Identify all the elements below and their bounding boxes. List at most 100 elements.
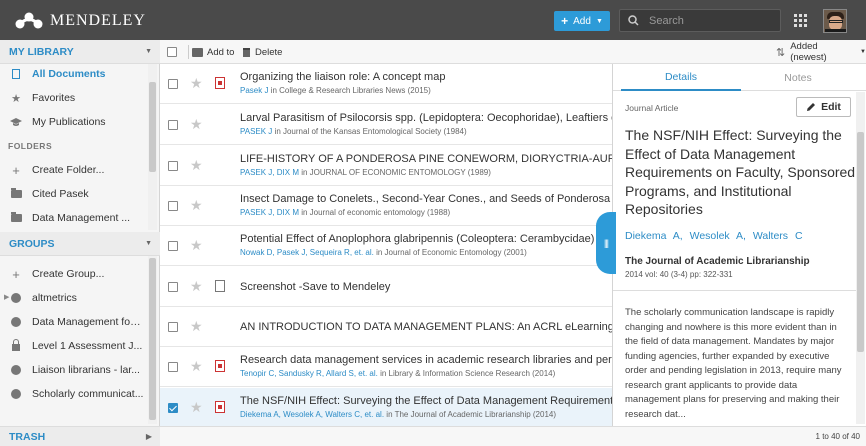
search-placeholder: Search [649,14,684,27]
document-row[interactable]: ★ Insect Damage to Conelets., Second-Yea… [160,186,612,226]
star-icon[interactable]: ★ [190,75,203,92]
sidebar-item-my-publications[interactable]: My Publications [0,110,148,134]
expand-arrow-icon[interactable]: ▶ [4,293,9,301]
row-checkbox[interactable] [168,201,178,211]
tab-details[interactable]: Details [621,64,741,91]
star-icon[interactable]: ★ [190,399,203,416]
create-folder-button[interactable]: + Create Folder... [0,158,148,182]
top-bar: MENDELEY + Add ▼ Search [0,0,866,40]
document-row[interactable]: ★ LIFE-HISTORY OF A PONDEROSA PINE CONEW… [160,146,612,186]
avatar[interactable] [823,9,847,33]
document-row[interactable]: ★ Organizing the liaison role: A concept… [160,64,612,104]
documents-icon [0,69,32,79]
document-title: AN INTRODUCTION TO DATA MANAGEMENT PLANS… [240,321,612,333]
add-button[interactable]: + Add ▼ [554,11,610,31]
my-library-header[interactable]: MY LIBRARY ▼ [0,40,160,64]
document-row-selected[interactable]: ★ The NSF/NIH Effect: Surveying the Effe… [160,388,612,426]
row-checkbox[interactable] [168,362,178,372]
details-authors[interactable]: Diekema A, Wesolek A, Walters C [625,230,803,242]
panel-toggle-handle[interactable]: ||| [596,212,616,274]
list-footer: 1 to 40 of 40 [160,426,866,446]
sidebar-item-folder-cited-pasek[interactable]: Cited Pasek [0,182,148,206]
trash-header[interactable]: TRASH ▶ [0,426,160,446]
chevron-down-icon: ▼ [145,240,152,247]
document-meta: PASEK J, DIX M in Journal of economic en… [240,208,451,217]
document-title: Larval Parasitism of Psilocorsis spp. (L… [240,112,612,124]
details-tabs: Details Notes [613,64,866,91]
star-icon[interactable]: ★ [190,157,203,174]
document-title: Screenshot -Save to Mendeley [240,281,391,293]
sidebar-item-folder-data-management[interactable]: Data Management ... [0,206,148,230]
folder-add-icon [192,47,203,57]
folders-label: FOLDERS [8,141,53,151]
toolbar-divider [188,45,189,59]
sidebar: MY LIBRARY ▼ All Documents ★ Favorites M… [0,40,160,446]
document-count: 1 to 40 of 40 [815,432,860,441]
document-meta: PASEK J in Journal of the Kansas Entomol… [240,127,467,136]
library-scrollbar[interactable] [148,64,157,230]
sort-dropdown[interactable]: ⇅ Added (newest) ▼ [776,40,866,64]
document-row[interactable]: ★ Screenshot -Save to Mendeley [160,267,612,307]
sidebar-item-group-liaison-librarians[interactable]: Liaison librarians - lar... [0,358,148,382]
document-toolbar: Add to Delete ⇅ Added (newest) ▼ [160,40,866,64]
document-meta: Pasek J in College & Research Libraries … [240,86,431,95]
document-title: The NSF/NIH Effect: Surveying the Effect… [240,395,612,407]
details-scrollbar[interactable] [856,92,865,424]
sidebar-item-favorites[interactable]: ★ Favorites [0,86,148,110]
delete-button[interactable]: Delete [243,40,282,64]
details-volume: 2014 vol: 40 (3-4) pp: 322-331 [625,270,733,279]
mendeley-logo[interactable]: MENDELEY [14,10,146,32]
star-icon[interactable]: ★ [190,278,203,295]
groups-scrollbar[interactable] [148,256,157,424]
divider [613,290,856,291]
search-input[interactable]: Search [619,9,781,32]
row-checkbox[interactable] [168,282,178,292]
sidebar-item-group-scholarly-communication[interactable]: Scholarly communicat... [0,382,148,406]
star-icon[interactable]: ★ [190,197,203,214]
pencil-icon [807,103,816,111]
sidebar-item-all-documents[interactable]: All Documents [0,62,148,86]
create-group-button[interactable]: + Create Group... [0,262,148,286]
chevron-down-icon: ▼ [860,49,866,55]
star-icon[interactable]: ★ [190,116,203,133]
tab-notes[interactable]: Notes [738,64,858,91]
chevron-down-icon: ▼ [595,17,603,25]
sidebar-item-group-level-1-assessment[interactable]: Level 1 Assessment J... [0,334,148,358]
row-checkbox[interactable] [168,322,178,332]
folder-icon [0,212,32,222]
star-icon[interactable]: ★ [190,358,203,375]
pdf-icon [215,360,225,372]
apps-grid-icon[interactable] [794,14,807,27]
row-checkbox[interactable] [168,79,178,89]
sidebar-item-group-altmetrics[interactable]: altmetrics [0,286,148,310]
star-icon[interactable]: ★ [190,318,203,335]
row-checkbox[interactable] [168,241,178,251]
document-meta: Diekema A, Wesolek A, Walters C, et. al.… [240,410,557,419]
document-row[interactable]: ★ Research data management services in a… [160,347,612,387]
document-title: Research data management services in aca… [240,354,612,366]
app-name: MENDELEY [50,12,146,29]
document-row[interactable]: ★ AN INTRODUCTION TO DATA MANAGEMENT PLA… [160,307,612,347]
groups-header[interactable]: GROUPS ▼ [0,232,160,256]
select-all-checkbox[interactable] [167,40,177,64]
add-to-button[interactable]: Add to [192,40,234,64]
document-title: Organizing the liaison role: A concept m… [240,71,446,83]
chevron-down-icon: ▼ [145,48,152,55]
star-icon[interactable]: ★ [190,237,203,254]
row-checkbox[interactable] [168,120,178,130]
globe-icon [0,365,32,375]
document-title: Potential Effect of Anoplophora glabripe… [240,233,612,245]
folder-icon [0,188,32,198]
document-row[interactable]: ★ Potential Effect of Anoplophora glabri… [160,226,612,266]
pdf-icon [215,401,225,413]
edit-button[interactable]: Edit [796,97,851,117]
document-row[interactable]: ★ Larval Parasitism of Psilocorsis spp. … [160,105,612,145]
sidebar-item-group-data-management[interactable]: Data Management for ... [0,310,148,334]
globe-icon [0,389,32,399]
add-button-label: Add [573,15,591,27]
row-checkbox[interactable] [168,161,178,171]
chevron-right-icon: ▶ [145,432,152,441]
trash-icon [243,47,250,57]
row-checkbox[interactable] [168,403,178,413]
details-abstract: The scholarly communication landscape is… [625,307,842,420]
